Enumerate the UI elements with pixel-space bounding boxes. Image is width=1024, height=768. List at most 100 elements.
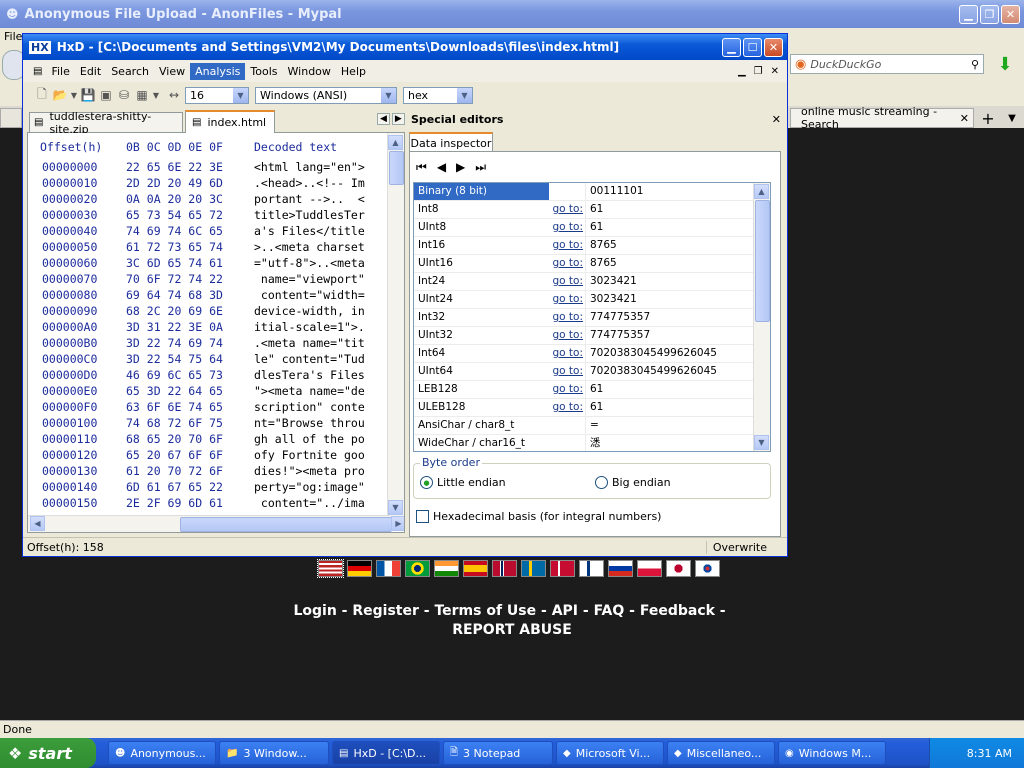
flag-kr-icon[interactable]	[695, 560, 720, 577]
open-disk-icon[interactable]: ⛁	[115, 86, 133, 104]
flag-es-icon[interactable]	[463, 560, 488, 577]
hex-row[interactable]: 00000090 68 2C 20 69 6E device-width, in	[28, 303, 404, 319]
row-decoded[interactable]: gh all of the po	[254, 431, 365, 447]
inspector-row[interactable]: Int32 go to: 774775357	[414, 309, 755, 327]
inspector-table[interactable]: Binary (8 bit) 00111101 Int8 go to: 61 UInt8 g…	[413, 182, 771, 452]
row-decoded[interactable]: ="utf-8">..<meta	[254, 255, 365, 271]
hex-row[interactable]: 00000120 65 20 67 6F 6F ofy Fortnite goo	[28, 447, 404, 463]
inspector-value[interactable]: 61	[585, 219, 755, 236]
mdi-close-icon[interactable]: ✕	[771, 66, 779, 77]
bytes-per-row-select[interactable]: 16 ▼	[185, 86, 249, 104]
menu-analysis[interactable]: Analysis	[190, 62, 246, 80]
row-decoded[interactable]: "><meta name="de	[254, 383, 365, 399]
goto-link[interactable]: go to:	[549, 273, 585, 290]
open-folder-icon[interactable]: 📂	[51, 86, 69, 104]
ram-dropdown-icon[interactable]: ▼	[151, 86, 161, 104]
browser-menu-file[interactable]: File	[4, 30, 22, 43]
hex-row[interactable]: 000000A0 3D 31 22 3E 0A itial-scale=1">.	[28, 319, 404, 335]
goto-link[interactable]: go to:	[549, 201, 585, 218]
scroll-right-icon[interactable]: ▶	[391, 516, 404, 531]
footer-link-terms-of-use[interactable]: Terms of Use	[434, 603, 536, 619]
browser-tab-left[interactable]	[0, 108, 22, 128]
charset-select[interactable]: Windows (ANSI) ▼	[255, 86, 397, 104]
goto-link[interactable]: go to:	[549, 381, 585, 398]
save-icon[interactable]: 💾	[79, 86, 97, 104]
row-decoded[interactable]: ofy Fortnite goo	[254, 447, 365, 463]
hex-row[interactable]: 00000070 70 6F 72 74 22 name="viewport"	[28, 271, 404, 287]
scroll-left-icon[interactable]: ◀	[30, 516, 45, 531]
row-decoded[interactable]: nt="Browse throu	[254, 415, 365, 431]
goto-link[interactable]: go to:	[549, 237, 585, 254]
row-decoded[interactable]: a's Files</title	[254, 223, 365, 239]
row-hex[interactable]: 0A 0A 20 20 3C	[126, 191, 254, 207]
inspector-row[interactable]: Int8 go to: 61	[414, 201, 755, 219]
taskbar-item[interactable]: ◆ Microsoft Vi...	[556, 741, 664, 765]
goto-link[interactable]: go to:	[549, 327, 585, 344]
open-dropdown-icon[interactable]: ▼	[69, 86, 79, 104]
row-hex[interactable]: 22 65 6E 22 3E	[126, 159, 254, 175]
hxd-minimize-button[interactable]: ▁	[722, 37, 741, 57]
inspector-value[interactable]: 㴽	[585, 435, 755, 451]
big-endian-radio[interactable]: Big endian	[595, 476, 671, 489]
little-endian-radio[interactable]: ● Little endian	[420, 476, 506, 489]
row-decoded[interactable]: le" content="Tud	[254, 351, 365, 367]
inspector-value[interactable]: 8765	[585, 255, 755, 272]
flag-fr-icon[interactable]	[376, 560, 401, 577]
row-decoded[interactable]: portant -->.. <	[254, 191, 365, 207]
row-hex[interactable]: 65 20 67 6F 6F	[126, 447, 254, 463]
goto-link[interactable]	[549, 435, 585, 451]
hex-row[interactable]: 00000000 22 65 6E 22 3E <html lang="en">	[28, 159, 404, 175]
hex-editor[interactable]: Offset(h) 0B 0C 0D 0E 0F Decoded text 00…	[27, 133, 405, 533]
row-decoded[interactable]: content="width=	[254, 287, 365, 303]
inspector-row[interactable]: Int16 go to: 8765	[414, 237, 755, 255]
flag-dk-icon[interactable]	[550, 560, 575, 577]
taskbar-item[interactable]: 🗎 3 Notepad	[443, 741, 553, 765]
hex-row[interactable]: 00000020 0A 0A 20 20 3C portant -->.. <	[28, 191, 404, 207]
row-decoded[interactable]: dies!"><meta pro	[254, 463, 365, 479]
footer-link-faq[interactable]: FAQ	[594, 603, 625, 619]
row-hex[interactable]: 3D 31 22 3E 0A	[126, 319, 254, 335]
menu-window[interactable]: Window	[283, 63, 336, 80]
taskbar-item[interactable]: 📁 3 Window...	[219, 741, 329, 765]
inspector-scrollbar[interactable]: ▲ ▼	[753, 183, 770, 451]
goto-link[interactable]: go to:	[549, 309, 585, 326]
taskbar-item[interactable]: ▤ HxD - [C:\D...	[332, 741, 440, 765]
flag-no-icon[interactable]	[492, 560, 517, 577]
inspector-value[interactable]: 7020383045499626045	[585, 363, 755, 380]
report-abuse-link[interactable]: REPORT ABUSE	[452, 622, 572, 638]
inspector-row[interactable]: Int64 go to: 7020383045499626045	[414, 345, 755, 363]
row-decoded[interactable]: name="viewport"	[254, 271, 365, 287]
row-hex[interactable]: 65 73 54 65 72	[126, 207, 254, 223]
flag-ru-icon[interactable]	[608, 560, 633, 577]
tab-zip[interactable]: ▤ tuddlestera-shitty-site.zip	[29, 110, 183, 136]
number-format-select[interactable]: hex ▼	[403, 86, 473, 104]
hex-row[interactable]: 00000040 74 69 74 6C 65 a's Files</title	[28, 223, 404, 239]
inspector-row[interactable]: UInt32 go to: 774775357	[414, 327, 755, 345]
row-hex[interactable]: 63 6F 6E 74 65	[126, 399, 254, 415]
flag-jp-icon[interactable]	[666, 560, 691, 577]
goto-link[interactable]	[549, 417, 585, 434]
scroll-up-icon[interactable]: ▲	[388, 135, 403, 150]
scroll-down-icon[interactable]: ▼	[388, 500, 403, 515]
mdi-minimize-icon[interactable]: ▁	[738, 66, 746, 77]
row-hex[interactable]: 74 69 74 6C 65	[126, 223, 254, 239]
row-decoded[interactable]: .<meta name="tit	[254, 335, 365, 351]
row-hex[interactable]: 61 72 73 65 74	[126, 239, 254, 255]
download-icon[interactable]: ⬇	[992, 53, 1018, 75]
last-icon[interactable]: ⏭	[475, 160, 486, 175]
next-icon[interactable]: ▶	[456, 160, 465, 175]
inspector-row[interactable]: Int24 go to: 3023421	[414, 273, 755, 291]
row-decoded[interactable]: content="../ima	[254, 495, 365, 511]
row-decoded[interactable]: scription" conte	[254, 399, 365, 415]
goto-link[interactable]: go to:	[549, 363, 585, 380]
menu-tools[interactable]: Tools	[245, 63, 282, 80]
prev-icon[interactable]: ◀	[437, 160, 446, 175]
tab-prev-icon[interactable]: ◀	[377, 113, 390, 125]
menu-edit[interactable]: Edit	[75, 63, 106, 80]
inspector-scroll-up-icon[interactable]: ▲	[754, 184, 769, 199]
tab-data-inspector[interactable]: Data inspector	[409, 132, 493, 152]
inspector-value[interactable]: 8765	[585, 237, 755, 254]
hex-row[interactable]: 00000100 74 68 72 6F 75 nt="Browse throu	[28, 415, 404, 431]
tab-close-icon[interactable]: ✕	[960, 112, 969, 125]
menu-search[interactable]: Search	[106, 63, 154, 80]
